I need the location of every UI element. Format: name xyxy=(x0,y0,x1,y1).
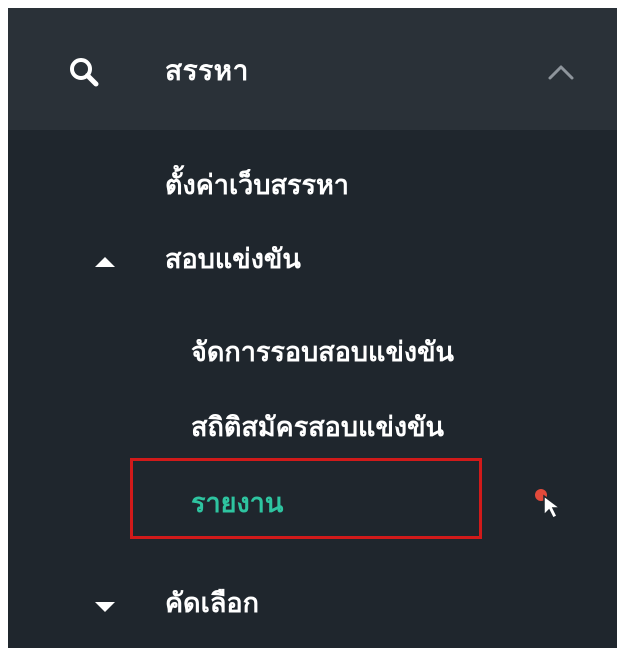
caret-up-icon[interactable] xyxy=(95,257,115,267)
search-icon xyxy=(70,58,99,87)
sidebar-menu: สรรหา ตั้งค่าเว็บสรรหา สอบแข่งขัน จัดการ… xyxy=(8,8,617,648)
sidebar-header-recruitment[interactable]: สรรหา xyxy=(8,8,617,130)
sidebar-item-web-settings[interactable]: ตั้งค่าเว็บสรรหา xyxy=(165,168,349,204)
chevron-up-icon[interactable] xyxy=(544,60,578,84)
sidebar-item-selection[interactable]: คัดเลือก xyxy=(165,586,259,622)
highlight-annotation-box xyxy=(130,458,482,539)
sidebar-subitem-applicant-stats[interactable]: สถิติสมัครสอบแข่งขัน xyxy=(191,410,444,446)
cursor-pointer-icon xyxy=(535,489,563,519)
sidebar-header-title: สรรหา xyxy=(165,54,249,87)
caret-down-icon[interactable] xyxy=(95,602,115,612)
sidebar-subitem-manage-rounds[interactable]: จัดการรอบสอบแข่งขัน xyxy=(191,335,454,371)
sidebar-subitem-report[interactable]: รายงาน xyxy=(191,486,283,522)
sidebar-item-competition[interactable]: สอบแข่งขัน xyxy=(165,242,301,278)
